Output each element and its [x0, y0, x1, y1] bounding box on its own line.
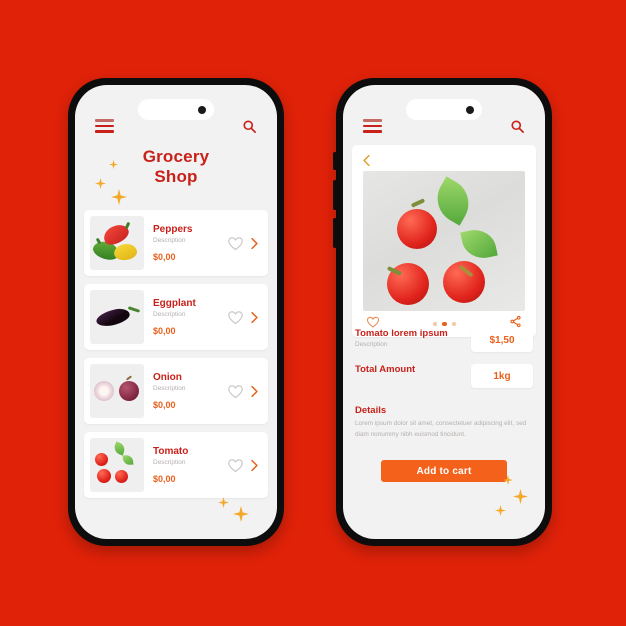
product-meta: Peppers Description $0,00: [144, 224, 227, 261]
details-body: Lorem ipsum dolor sit amet, consectetuer…: [355, 420, 527, 438]
search-icon[interactable]: [242, 119, 257, 134]
sparkle-icon: [513, 489, 528, 504]
product-list: Peppers Description $0,00 Eggplant Descr…: [75, 210, 277, 498]
product-meta: Onion Description $0,00: [144, 372, 227, 409]
sparkle-icon: [111, 189, 127, 205]
phone-mockup-right: Tomato lorem ipsum Description $1,50 Tot…: [333, 78, 552, 546]
heart-icon[interactable]: [227, 309, 244, 326]
add-to-cart-button[interactable]: Add to cart: [381, 460, 507, 482]
details-heading: Details: [355, 405, 387, 416]
appbar-left: [75, 111, 277, 141]
search-icon[interactable]: [510, 119, 525, 134]
product-price: $0,00: [153, 473, 176, 484]
product-thumbnail-tomato: [90, 438, 144, 492]
heart-icon[interactable]: [227, 235, 244, 252]
chevron-right-icon[interactable]: [250, 459, 259, 472]
screen-grocery-list: Grocery Shop Peppers Description $0,00 E…: [75, 85, 277, 539]
product-meta: Tomato Description $0,00: [144, 446, 227, 483]
back-row: [352, 151, 536, 169]
back-chevron-icon[interactable]: [362, 154, 371, 167]
heart-icon[interactable]: [227, 457, 244, 474]
list-item[interactable]: Eggplant Description $0,00: [84, 284, 268, 350]
chevron-right-icon[interactable]: [250, 311, 259, 324]
product-name: Tomato: [153, 446, 189, 458]
product-description: Description: [153, 237, 186, 245]
product-meta: Eggplant Description $0,00: [144, 298, 227, 335]
page-title-line2: Shop: [154, 167, 198, 187]
page-title-line1: Grocery: [142, 147, 210, 166]
hamburger-menu-icon[interactable]: [363, 119, 382, 133]
product-description: Description: [153, 385, 186, 393]
sparkle-icon: [495, 505, 506, 516]
chevron-right-icon[interactable]: [250, 385, 259, 398]
page-title: Grocery Shop: [75, 147, 277, 187]
amount-row: Total Amount 1kg: [355, 364, 533, 388]
list-item[interactable]: Peppers Description $0,00: [84, 210, 268, 276]
hamburger-menu-icon[interactable]: [95, 119, 114, 133]
heart-icon[interactable]: [227, 383, 244, 400]
phone-mockup-left: Grocery Shop Peppers Description $0,00 E…: [68, 78, 284, 546]
chevron-right-icon[interactable]: [250, 237, 259, 250]
amount-badge[interactable]: 1kg: [471, 364, 533, 388]
product-description: Description: [355, 341, 388, 349]
product-name: Eggplant: [153, 298, 196, 310]
poster-canvas: Grocery Shop Peppers Description $0,00 E…: [0, 0, 626, 626]
product-hero-image: [363, 171, 525, 311]
product-description: Description: [153, 459, 186, 467]
product-gallery-card: [352, 145, 536, 337]
product-thumbnail-onion: [90, 364, 144, 418]
mute-switch[interactable]: [333, 152, 337, 170]
carousel-dot[interactable]: [433, 322, 438, 326]
product-name: Peppers: [153, 224, 193, 236]
carousel-dot-active[interactable]: [442, 321, 447, 327]
volume-up-button[interactable]: [333, 180, 337, 210]
screen-product-detail: Tomato lorem ipsum Description $1,50 Tot…: [343, 85, 545, 539]
product-name: Onion: [153, 372, 182, 384]
product-title: Tomato lorem ipsum: [355, 328, 448, 339]
product-price: $0,00: [153, 251, 176, 262]
product-price: $0,00: [153, 399, 176, 410]
price-row-labels: Tomato lorem ipsum Description: [355, 328, 448, 349]
sparkle-icon: [218, 497, 229, 508]
appbar-right: [343, 111, 545, 141]
sparkle-icon: [233, 506, 249, 522]
product-price: $0,00: [153, 325, 176, 336]
total-amount-label: Total Amount: [355, 364, 416, 375]
price-badge[interactable]: $1,50: [471, 328, 533, 352]
price-row: Tomato lorem ipsum Description $1,50: [355, 328, 533, 352]
volume-down-button[interactable]: [333, 218, 337, 248]
product-thumbnail-peppers: [90, 216, 144, 270]
carousel-dots[interactable]: [433, 321, 456, 327]
list-item[interactable]: Tomato Description $0,00: [84, 432, 268, 498]
carousel-dot[interactable]: [451, 322, 456, 326]
product-thumbnail-eggplant: [90, 290, 144, 344]
list-item[interactable]: Onion Description $0,00: [84, 358, 268, 424]
product-description: Description: [153, 311, 186, 319]
